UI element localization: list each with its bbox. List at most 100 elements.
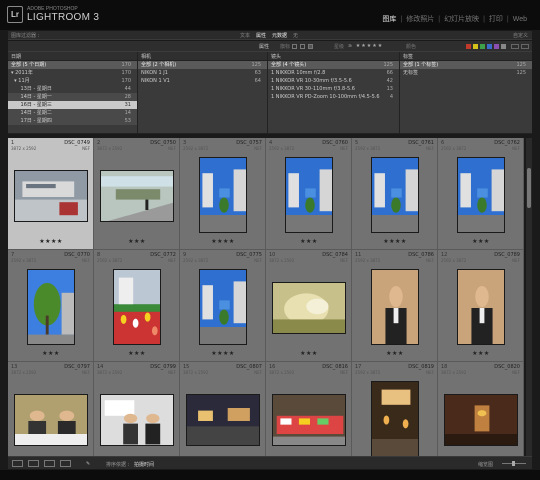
sort-dropdown[interactable]: 拍摄时间 <box>134 461 154 468</box>
photo-thumbnail[interactable] <box>199 157 247 233</box>
photo-thumbnail[interactable] <box>371 381 419 456</box>
color-purple-swatch[interactable] <box>494 44 499 49</box>
grid-cell[interactable]: 12 DSC_0789 2592 x 3872 NEF ★★★ <box>438 250 524 362</box>
color-yellow-swatch[interactable] <box>473 44 478 49</box>
metadata-row[interactable]: 全部 (1 个标签) 125 <box>400 61 532 69</box>
grid-cell[interactable]: 2 DSC_0750 3872 x 2592 NEF ★★★ <box>94 138 180 250</box>
star-rating[interactable]: ★★★ <box>266 350 351 357</box>
metadata-row[interactable]: 13日 - 星期日 44 <box>8 85 137 93</box>
star-rating[interactable]: ★★★ <box>266 238 351 245</box>
grid-cell[interactable]: 13 DSC_0797 3872 x 2592 NEF <box>8 362 94 456</box>
metadata-row[interactable]: NIKON 1 J1 63 <box>138 69 267 77</box>
star-rating[interactable]: ★★★ <box>94 350 179 357</box>
photo-thumbnail[interactable] <box>272 394 346 446</box>
star-rating[interactable]: ★★★★ <box>8 238 93 245</box>
metadata-row[interactable]: 1 NIKKOR VR 30-110mm f/3.8-5.6 13 <box>268 85 399 93</box>
grid-cell[interactable]: 5 DSC_0761 2592 x 3872 NEF ★★★★ <box>352 138 438 250</box>
slider-knob[interactable] <box>512 461 515 466</box>
photo-thumbnail[interactable] <box>199 269 247 345</box>
photo-thumbnail[interactable] <box>27 269 75 345</box>
metadata-row[interactable]: 14日 - 星期一 28 <box>8 93 137 101</box>
grid-cell[interactable]: 10 DSC_0784 3872 x 2592 NEF ★★★ <box>266 250 352 362</box>
metadata-row[interactable]: NIKON 1 V1 64 <box>138 77 267 85</box>
star-rating[interactable]: ★★★ <box>8 350 93 357</box>
tab-none[interactable]: 无 <box>293 32 298 39</box>
photo-thumbnail[interactable] <box>272 282 346 334</box>
photo-thumbnail[interactable] <box>285 157 333 233</box>
photo-thumbnail[interactable] <box>100 170 174 222</box>
photo-thumbnail[interactable] <box>457 269 505 345</box>
grid-cell[interactable]: 18 DSC_0820 3872 x 2592 NEF <box>438 362 524 456</box>
star-rating[interactable]: ★★★★ <box>352 238 437 245</box>
scrollbar-thumb[interactable] <box>527 168 531 208</box>
metadata-row[interactable]: 1 NIKKOR VR 10-30mm f/3.5-5.6 42 <box>268 77 399 85</box>
painter-icon[interactable]: ✎ <box>86 461 90 467</box>
photo-thumbnail[interactable] <box>444 394 518 446</box>
grid-cell[interactable]: 17 DSC_0819 2592 x 3872 NEF <box>352 362 438 456</box>
photo-thumbnail[interactable] <box>113 269 161 345</box>
grid-cell[interactable]: 6 DSC_0762 2592 x 3872 NEF ★★★ <box>438 138 524 250</box>
photo-thumbnail[interactable] <box>457 157 505 233</box>
photo-thumbnail[interactable] <box>100 394 174 446</box>
flag-rejected-icon[interactable] <box>308 44 313 49</box>
grid-cell[interactable]: 7 DSC_0770 2592 x 3872 NEF ★★★ <box>8 250 94 362</box>
photo-thumbnail[interactable] <box>371 269 419 345</box>
metadata-row[interactable]: 全部 (4 个镜头) 125 <box>268 61 399 69</box>
metadata-row[interactable]: 无标签 125 <box>400 69 532 77</box>
flag-unflagged-icon[interactable] <box>300 44 305 49</box>
metadata-row[interactable]: 14日 - 星期二 14 <box>8 109 137 117</box>
survey-view-icon[interactable] <box>60 460 71 467</box>
metadata-row[interactable]: 1 NIKKOR 10mm f/2.8 66 <box>268 69 399 77</box>
grid-cell[interactable]: 1 DSC_0749 3872 x 2592 NEF ★★★★ <box>8 138 94 250</box>
tab-text[interactable]: 文本 <box>240 32 250 39</box>
grid-cell[interactable]: 8 DSC_0772 2592 x 3872 NEF ★★★ <box>94 250 180 362</box>
color-green-swatch[interactable] <box>480 44 485 49</box>
column-header[interactable]: 相机 <box>138 52 267 61</box>
copy-status-icon[interactable] <box>511 44 519 49</box>
photo-thumbnail[interactable] <box>14 394 88 446</box>
grid-cell[interactable]: 4 DSC_0760 2592 x 3872 NEF ★★★ <box>266 138 352 250</box>
grid-cell[interactable]: 16 DSC_0816 3872 x 2592 NEF <box>266 362 352 456</box>
grid-view-icon[interactable] <box>12 460 23 467</box>
star-rating[interactable]: ★★★ <box>438 350 523 357</box>
metadata-row[interactable]: 17日 - 星期四 53 <box>8 117 137 125</box>
star-rating[interactable]: ★★★ <box>352 350 437 357</box>
flag-pick-icon[interactable] <box>292 44 297 49</box>
color-blue-swatch[interactable] <box>487 44 492 49</box>
grid-cell[interactable]: 3 DSC_0757 2592 x 3872 NEF ★★★★ <box>180 138 266 250</box>
module-web[interactable]: Web <box>510 16 530 23</box>
module-develop[interactable]: 修改照片 <box>403 14 437 24</box>
metadata-row[interactable]: 16日 - 星期三 31 <box>8 101 137 109</box>
column-header[interactable]: 镜头 <box>268 52 399 61</box>
metadata-row[interactable]: ▾ 11月 170 <box>8 77 137 85</box>
photo-thumbnail[interactable] <box>371 157 419 233</box>
star-rating[interactable]: ★★★ <box>94 238 179 245</box>
metadata-row[interactable]: ▾ 2011年 170 <box>8 69 137 77</box>
metadata-row[interactable]: 全部 (5 个日期) 170 <box>8 61 137 69</box>
color-none-swatch[interactable] <box>501 44 506 49</box>
compare-view-icon[interactable] <box>44 460 55 467</box>
photo-thumbnail[interactable] <box>186 394 260 446</box>
grid-cell[interactable]: 11 DSC_0786 2592 x 3872 NEF ★★★ <box>352 250 438 362</box>
column-header[interactable]: 日期 <box>8 52 137 61</box>
star-rating[interactable]: ★★★ <box>438 238 523 245</box>
color-red-swatch[interactable] <box>466 44 471 49</box>
star-rating[interactable]: ★★★★ <box>180 350 265 357</box>
module-slideshow[interactable]: 幻灯片放映 <box>441 14 482 24</box>
metadata-row[interactable]: 1 NIKKOR VR PD-Zoom 10-100mm f/4.5-5.6 4 <box>268 93 399 101</box>
photo-thumbnail[interactable] <box>14 170 88 222</box>
module-print[interactable]: 打印 <box>486 14 506 24</box>
column-header[interactable]: 标签 <box>400 52 532 61</box>
grid-scrollbar[interactable] <box>526 138 532 456</box>
loupe-view-icon[interactable] <box>28 460 39 467</box>
filter-preset-dropdown[interactable]: 自定义 <box>513 32 528 39</box>
virtual-copy-icon[interactable] <box>521 44 529 49</box>
star-rating[interactable]: ★★★★ <box>180 238 265 245</box>
metadata-row[interactable]: 全部 (2 个相机) 125 <box>138 61 267 69</box>
grid-cell[interactable]: 9 DSC_0775 2592 x 3872 NEF ★★★★ <box>180 250 266 362</box>
grid-cell[interactable]: 15 DSC_0807 3872 x 2592 NEF <box>180 362 266 456</box>
tab-attribute[interactable]: 属性 <box>256 32 266 39</box>
rating-filter-stars[interactable]: ≥ ★★★★★ <box>348 43 383 49</box>
module-library[interactable]: 图库 <box>379 14 399 24</box>
thumbnail-size-slider[interactable] <box>502 461 526 466</box>
